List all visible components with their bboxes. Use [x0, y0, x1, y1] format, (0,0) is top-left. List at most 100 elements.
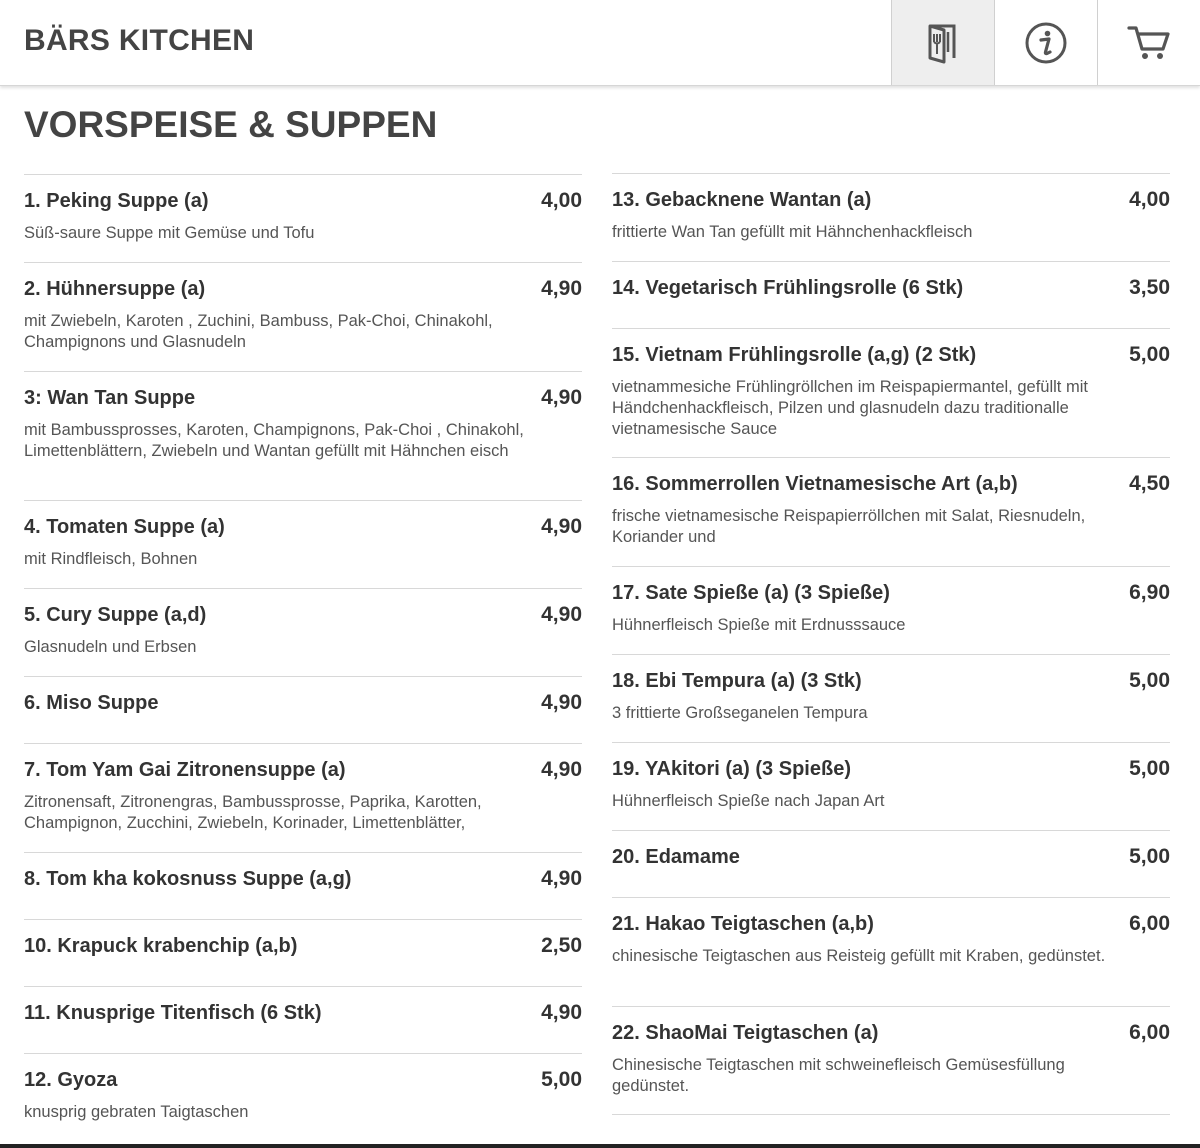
item-name: 16. Sommerrollen Vietnamesische Art (a,b…: [612, 473, 1018, 495]
info-icon: [1025, 22, 1067, 63]
info-nav-button[interactable]: [994, 0, 1097, 85]
menu-item-head: 7. Tom Yam Gai Zitronensuppe (a) 4,90: [24, 757, 582, 783]
item-name: 11. Knusprige Titenfisch (6 Stk): [24, 1002, 322, 1024]
item-name: 10. Krapuck krabenchip (a,b): [24, 935, 298, 957]
item-description: Hühnerfleisch Spieße mit Erdnusssauce: [612, 616, 906, 634]
menu-item[interactable]: 3: Wan Tan Suppe 4,90 mit Bambussprosses…: [24, 371, 582, 500]
menu-item-head: 6. Miso Suppe 4,90: [24, 690, 582, 716]
item-price: 4,90: [541, 1001, 582, 1024]
item-name: 14. Vegetarisch Frühlingsrolle (6 Stk): [612, 277, 964, 299]
item-price: 5,00: [1129, 343, 1170, 366]
menu-column-right: 13. Gebacknene Wantan (a) 4,00 frittiert…: [612, 173, 1170, 1115]
menu-door-icon: [928, 24, 956, 63]
menu-item[interactable]: 8. Tom kha kokosnuss Suppe (a,g) 4,90: [24, 852, 582, 919]
item-price: 6,00: [1129, 1021, 1170, 1044]
menu-item[interactable]: 18. Ebi Tempura (a) (3 Stk) 5,00 3 fritt…: [612, 654, 1170, 742]
menu-item[interactable]: 5. Cury Suppe (a,d) 4,90 Glasnudeln und …: [24, 588, 582, 676]
item-name: 2. Hühnersuppe (a): [24, 278, 206, 300]
item-description: knusprig gebraten Taigtaschen: [24, 1103, 249, 1121]
item-description: Glasnudeln und Erbsen: [24, 638, 197, 656]
item-name: 7. Tom Yam Gai Zitronensuppe (a): [24, 759, 346, 781]
item-description: Zitronensaft, Zitronengras, Bambusspross…: [24, 793, 482, 832]
item-name: 18. Ebi Tempura (a) (3 Stk): [612, 670, 862, 692]
menu-item[interactable]: 22. ShaoMai Teigtaschen (a) 6,00 Chinesi…: [612, 1006, 1170, 1115]
brand-title[interactable]: BÄRS KITCHEN: [24, 24, 254, 58]
item-price: 4,00: [541, 189, 582, 212]
item-price: 4,50: [1129, 472, 1170, 495]
menu-item-head: 8. Tom kha kokosnuss Suppe (a,g) 4,90: [24, 866, 582, 892]
item-price: 5,00: [1129, 669, 1170, 692]
menu-item-head: 11. Knusprige Titenfisch (6 Stk) 4,90: [24, 1000, 582, 1026]
menu-item[interactable]: 12. Gyoza 5,00 knusprig gebraten Taigtas…: [24, 1053, 582, 1141]
menu-item[interactable]: 11. Knusprige Titenfisch (6 Stk) 4,90: [24, 986, 582, 1053]
item-price: 4,90: [541, 386, 582, 409]
item-name: 4. Tomaten Suppe (a): [24, 516, 225, 538]
menu-item[interactable]: 10. Krapuck krabenchip (a,b) 2,50: [24, 919, 582, 986]
item-price: 4,90: [541, 603, 582, 626]
cart-icon: [1127, 25, 1170, 59]
item-price: 3,50: [1129, 276, 1170, 299]
cart-nav-button[interactable]: [1097, 0, 1200, 85]
menu-item-head: 5. Cury Suppe (a,d) 4,90: [24, 602, 582, 628]
item-price: 4,00: [1129, 188, 1170, 211]
menu-nav-button[interactable]: [891, 0, 994, 85]
top-bar: BÄRS KITCHEN: [0, 0, 1200, 86]
item-price: 4,90: [541, 867, 582, 890]
item-price: 4,90: [541, 758, 582, 781]
menu-item[interactable]: 21. Hakao Teigtaschen (a,b) 6,00 chinesi…: [612, 897, 1170, 1006]
menu-item-head: 10. Krapuck krabenchip (a,b) 2,50: [24, 933, 582, 959]
section-title: VORSPEISE & SUPPEN: [24, 104, 438, 145]
header-nav: [891, 0, 1200, 85]
menu-item[interactable]: 2. Hühnersuppe (a) 4,90 mit Zwiebeln, Ka…: [24, 262, 582, 371]
item-description: mit Bambussprosses, Karoten, Champignons…: [24, 421, 524, 460]
menu-item[interactable]: 13. Gebacknene Wantan (a) 4,00 frittiert…: [612, 173, 1170, 261]
item-description: mit Zwiebeln, Karoten , Zuchini, Bambuss…: [24, 312, 493, 351]
menu-item-head: 13. Gebacknene Wantan (a) 4,00: [612, 187, 1170, 213]
menu-item[interactable]: 1. Peking Suppe (a) 4,00 Süß-saure Suppe…: [24, 174, 582, 262]
item-price: 4,90: [541, 277, 582, 300]
item-price: 2,50: [541, 934, 582, 957]
menu-item[interactable]: 7. Tom Yam Gai Zitronensuppe (a) 4,90 Zi…: [24, 743, 582, 852]
menu-item[interactable]: 16. Sommerrollen Vietnamesische Art (a,b…: [612, 457, 1170, 566]
menu-item-head: 4. Tomaten Suppe (a) 4,90: [24, 514, 582, 540]
item-description: frische vietnamesische Reispapierröllche…: [612, 507, 1086, 546]
item-name: 1. Peking Suppe (a): [24, 190, 209, 212]
menu-item-head: 18. Ebi Tempura (a) (3 Stk) 5,00: [612, 668, 1170, 694]
item-price: 5,00: [541, 1068, 582, 1091]
item-description: Chinesische Teigtaschen mit schweineflei…: [612, 1056, 1065, 1095]
item-price: 4,90: [541, 691, 582, 714]
item-description: vietnammesiche Frühlingröllchen im Reisp…: [612, 378, 1088, 438]
item-name: 21. Hakao Teigtaschen (a,b): [612, 913, 874, 935]
item-price: 5,00: [1129, 757, 1170, 780]
menu-item[interactable]: 14. Vegetarisch Frühlingsrolle (6 Stk) 3…: [612, 261, 1170, 328]
item-name: 20. Edamame: [612, 846, 740, 868]
item-name: 13. Gebacknene Wantan (a): [612, 189, 872, 211]
bottom-divider: [0, 1144, 1200, 1148]
menu-item-head: 21. Hakao Teigtaschen (a,b) 6,00: [612, 911, 1170, 937]
item-name: 19. YAkitori (a) (3 Spieße): [612, 758, 851, 780]
item-description: 3 frittierte Großseganelen Tempura: [612, 704, 868, 722]
item-price: 4,90: [541, 515, 582, 538]
menu-item[interactable]: 17. Sate Spieße (a) (3 Spieße) 6,90 Hühn…: [612, 566, 1170, 654]
item-description: Süß-saure Suppe mit Gemüse und Tofu: [24, 224, 315, 242]
menu-column-left: 1. Peking Suppe (a) 4,00 Süß-saure Suppe…: [24, 174, 582, 1141]
menu-item[interactable]: 6. Miso Suppe 4,90: [24, 676, 582, 743]
menu-item-head: 12. Gyoza 5,00: [24, 1067, 582, 1093]
menu-item-head: 3: Wan Tan Suppe 4,90: [24, 385, 582, 411]
menu-item-head: 2. Hühnersuppe (a) 4,90: [24, 276, 582, 302]
menu-item[interactable]: 15. Vietnam Frühlingsrolle (a,g) (2 Stk)…: [612, 328, 1170, 457]
menu-item-head: 1. Peking Suppe (a) 4,00: [24, 188, 582, 214]
item-description: mit Rindfleisch, Bohnen: [24, 550, 198, 568]
item-price: 6,90: [1129, 581, 1170, 604]
menu-item[interactable]: 19. YAkitori (a) (3 Spieße) 5,00 Hühnerf…: [612, 742, 1170, 830]
menu-item[interactable]: 4. Tomaten Suppe (a) 4,90 mit Rindfleisc…: [24, 500, 582, 588]
item-name: 8. Tom kha kokosnuss Suppe (a,g): [24, 868, 352, 890]
item-name: 15. Vietnam Frühlingsrolle (a,g) (2 Stk): [612, 344, 977, 366]
menu-item-head: 20. Edamame 5,00: [612, 844, 1170, 870]
menu-item-head: 17. Sate Spieße (a) (3 Spieße) 6,90: [612, 580, 1170, 606]
menu-item[interactable]: 20. Edamame 5,00: [612, 830, 1170, 897]
item-price: 5,00: [1129, 845, 1170, 868]
menu-item-head: 16. Sommerrollen Vietnamesische Art (a,b…: [612, 471, 1170, 497]
item-description: frittierte Wan Tan gefüllt mit Hähnchenh…: [612, 223, 973, 241]
item-name: 17. Sate Spieße (a) (3 Spieße): [612, 582, 890, 604]
